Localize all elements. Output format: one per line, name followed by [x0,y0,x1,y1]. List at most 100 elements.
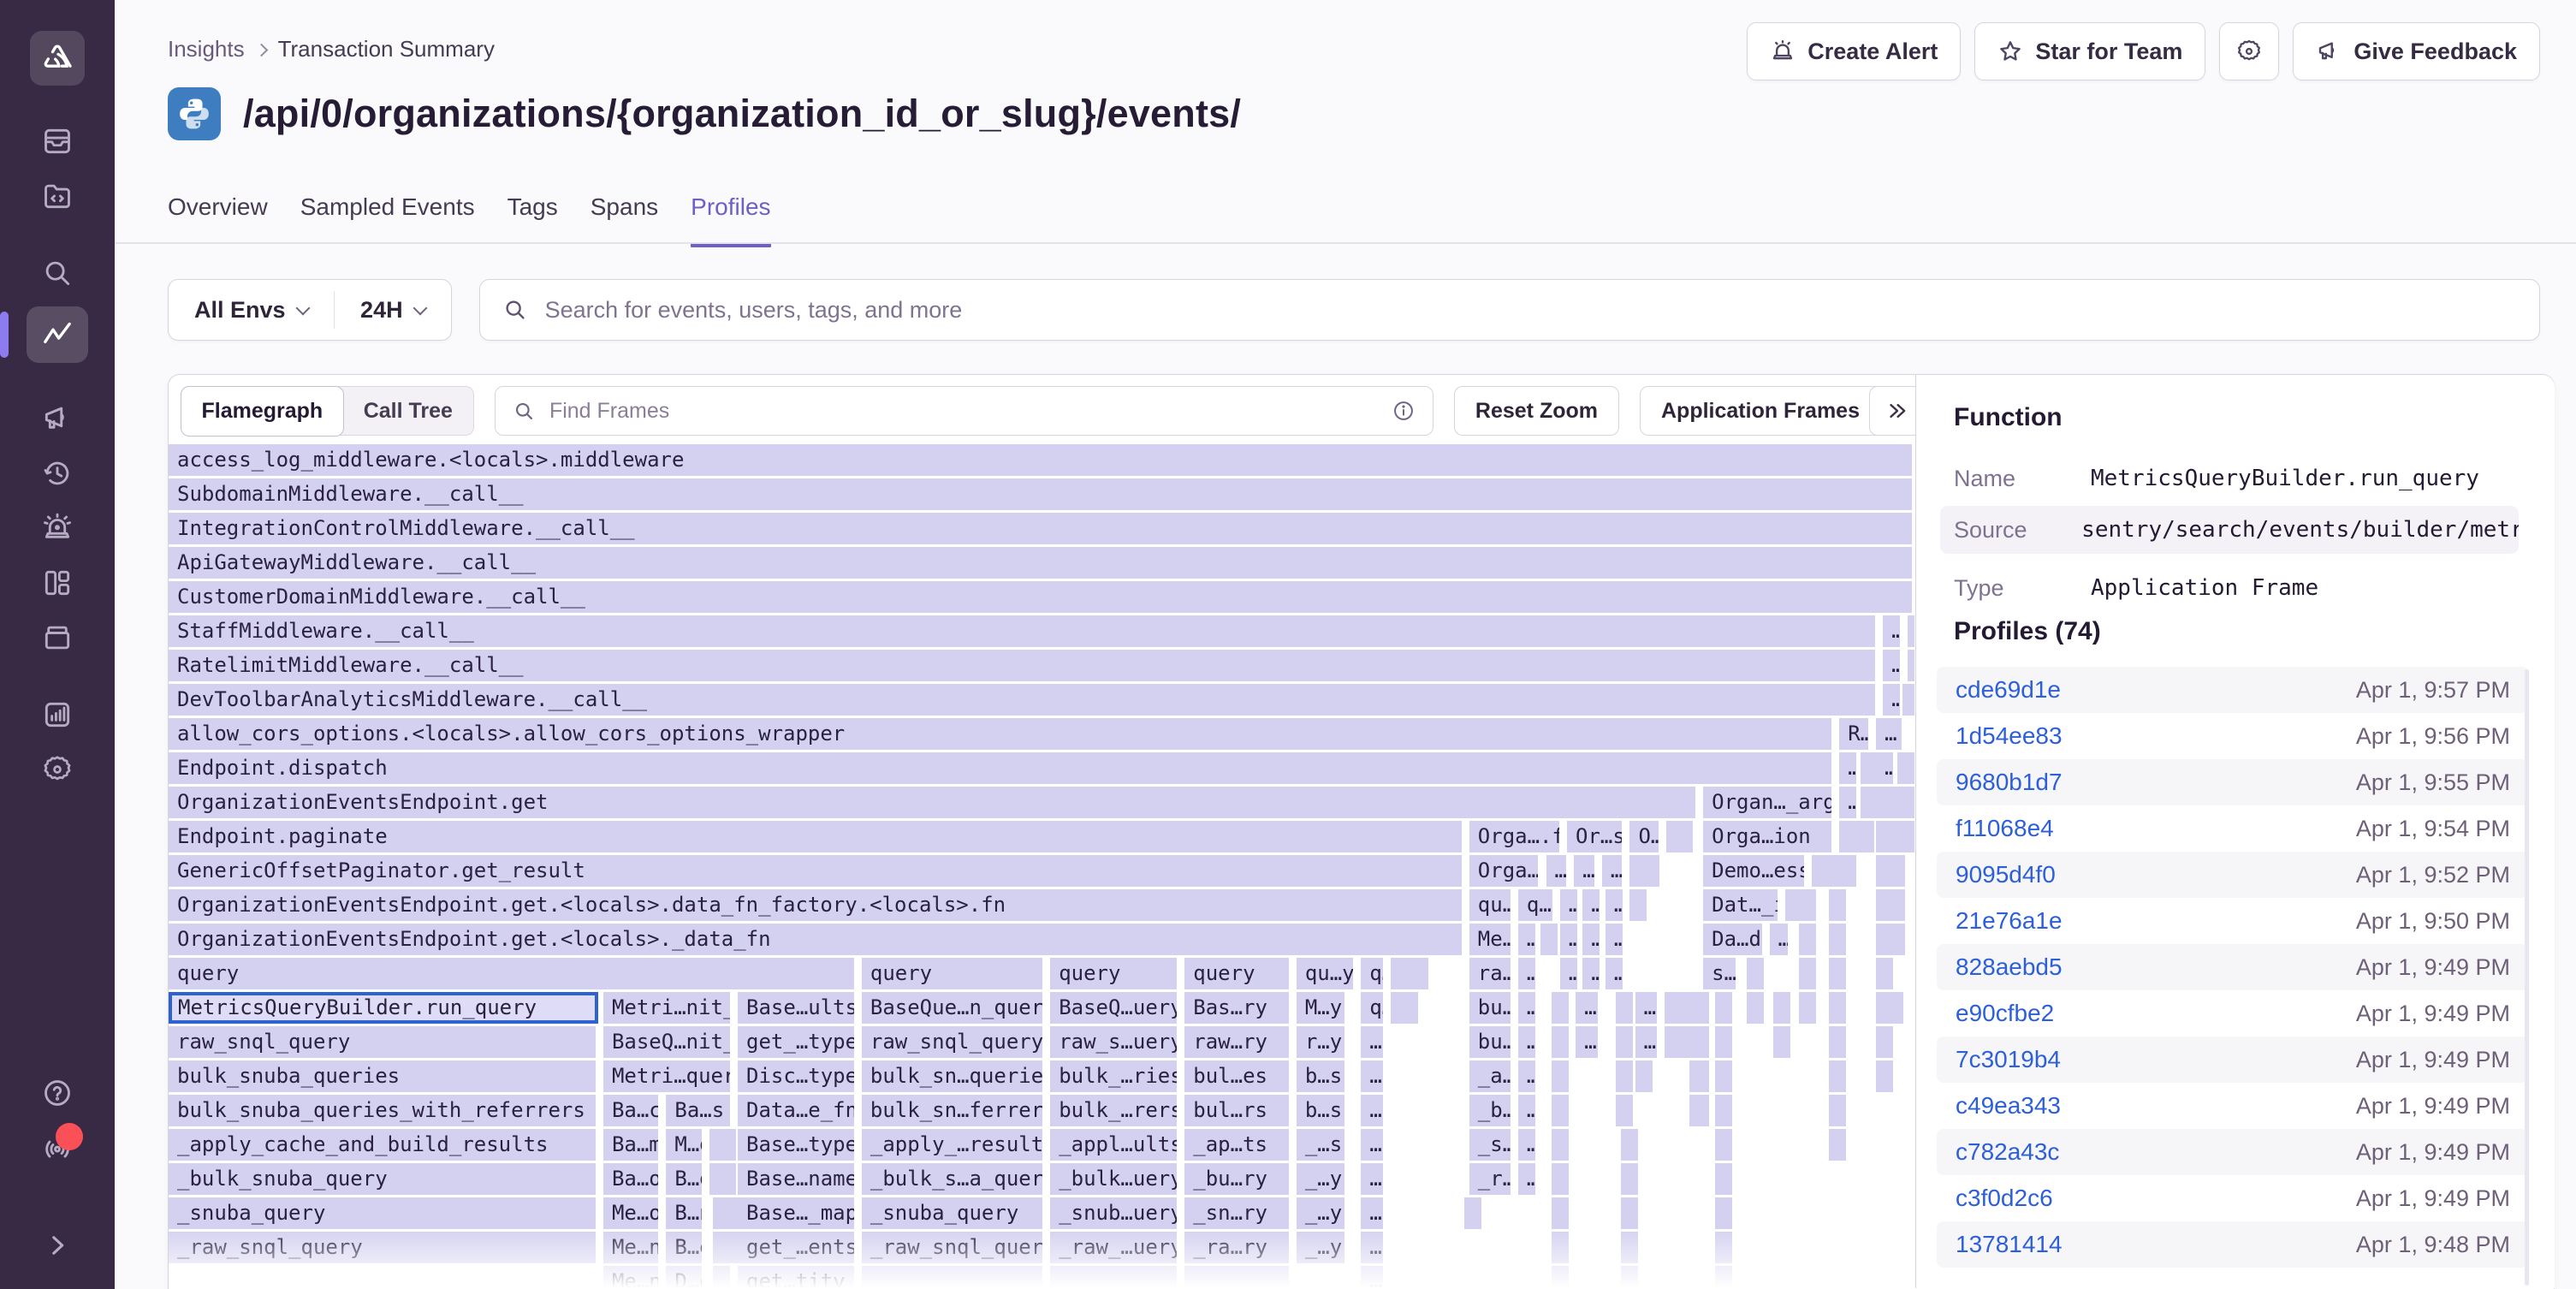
time-range-selector[interactable]: 24H [335,297,451,324]
sentry-logo[interactable] [30,31,85,86]
flame-frame[interactable] [1552,1266,1571,1288]
flame-frame[interactable]: OrganizationEventsEndpoint.get [169,787,1698,818]
environment-selector[interactable]: All Envs [169,297,334,324]
flame-frame[interactable]: _bulk_s…a_query [862,1163,1045,1195]
scrollbar[interactable] [2525,669,2529,1286]
flame-frame[interactable]: … [1518,1026,1538,1058]
flame-frame[interactable]: _bu…ry [1184,1163,1291,1195]
flame-frame[interactable]: q… [1361,992,1386,1024]
profile-id-link[interactable]: 13781414 [1956,1231,2063,1258]
flame-frame[interactable] [1715,1232,1735,1263]
flame-frame[interactable]: GenericOffsetPaginator.get_result [169,855,1464,887]
flame-frame[interactable]: BaseQue…n_query [862,992,1045,1024]
flame-frame[interactable] [1909,684,1914,716]
flame-frame[interactable] [1888,855,1908,887]
flame-frame[interactable]: Base…_map [738,1197,857,1229]
flame-frame[interactable]: query [1050,958,1179,989]
flame-frame[interactable]: … [1361,1266,1386,1288]
flame-frame[interactable] [1773,992,1793,1024]
flame-frame[interactable]: bulk_snuba_queries_with_referrers [169,1095,598,1126]
flame-frame[interactable] [1642,855,1662,887]
flame-frame[interactable] [1799,889,1819,921]
flame-frame[interactable]: DevToolbarAnalyticsMiddleware.__call__ [169,684,1878,716]
flame-frame[interactable] [1888,889,1908,921]
flame-frame[interactable]: D…e [666,1266,704,1288]
flame-frame[interactable]: OrganizationEventsEndpoint.get.<locals>.… [169,924,1464,955]
flame-frame[interactable] [1616,1060,1635,1092]
flame-frame[interactable] [1676,821,1695,852]
flame-frame[interactable] [1886,992,1906,1024]
flame-frame[interactable]: bu…s [1469,992,1513,1024]
flame-frame[interactable]: _sn…ry [1184,1197,1291,1229]
profile-id-link[interactable]: 1d54ee83 [1956,722,2063,750]
flame-frame[interactable] [1621,1129,1641,1161]
flame-frame[interactable]: Da…d [1703,924,1764,955]
sidebar-item-feedback[interactable] [30,397,85,440]
flame-frame[interactable]: bul…es [1184,1060,1291,1092]
flame-frame[interactable] [713,1266,733,1288]
flame-frame[interactable] [1621,1197,1641,1229]
flame-frame[interactable] [1799,992,1819,1024]
flame-frame[interactable] [1715,992,1735,1024]
flame-frame[interactable] [1689,1060,1712,1092]
flame-frame[interactable] [1829,889,1849,921]
flame-frame[interactable] [1621,1266,1641,1288]
flame-frame[interactable]: … [1518,958,1538,989]
flame-frame[interactable]: Demo…ess [1703,855,1806,887]
flame-frame[interactable]: bu…s [1469,1026,1513,1058]
give-feedback-button[interactable]: Give Feedback [2293,22,2540,80]
flame-frame[interactable]: get_…type [738,1026,857,1058]
flame-frame[interactable] [1715,1026,1735,1058]
flame-frame[interactable]: Metri…query [603,1060,733,1092]
flame-frame[interactable]: r…y [1297,1026,1347,1058]
flame-frame[interactable] [1906,752,1914,784]
profile-id-link[interactable]: e90cfbe2 [1956,1000,2054,1027]
flame-frame[interactable]: Base…ults [738,992,857,1024]
flame-frame[interactable]: … [1839,752,1859,784]
profile-id-link[interactable]: 21e76a1e [1956,907,2063,935]
flame-frame[interactable]: ApiGatewayMiddleware.__call__ [169,547,1914,579]
flame-frame[interactable]: … [1361,1232,1386,1263]
flame-frame[interactable]: q… [1361,958,1386,989]
flame-frame[interactable] [1747,958,1766,989]
flame-frame[interactable]: … [1770,924,1790,955]
flame-frame[interactable] [1689,1095,1712,1126]
flame-frame[interactable]: bulk_…ries [1050,1060,1179,1092]
flame-frame[interactable]: O… [1629,821,1661,852]
flame-frame[interactable] [1552,1129,1571,1161]
flame-frame[interactable]: Organ…_args [1703,787,1834,818]
flame-frame[interactable] [719,1163,739,1195]
reset-zoom-button[interactable]: Reset Zoom [1454,386,1619,436]
flame-frame[interactable]: bulk_snuba_queries [169,1060,598,1092]
flame-frame[interactable]: _…y [1297,1197,1347,1229]
flame-frame[interactable]: Base…name [738,1163,857,1195]
flame-frame[interactable] [1621,1163,1641,1195]
flame-frame[interactable] [1184,1266,1291,1288]
tab-overview[interactable]: Overview [168,193,268,247]
flame-frame[interactable] [1464,1197,1484,1229]
flame-frame[interactable]: Ba…s [666,1095,733,1126]
info-icon[interactable] [1392,399,1416,423]
flame-frame[interactable]: Me…on [603,1197,661,1229]
flame-frame[interactable]: Endpoint.paginate [169,821,1464,852]
flame-frame[interactable]: Disc…type [738,1060,857,1092]
flame-frame[interactable] [1908,615,1914,647]
flame-frame[interactable]: … [1576,1026,1600,1058]
sidebar-item-alerts[interactable] [30,507,85,549]
flame-frame[interactable]: … [1876,718,1904,750]
flame-frame[interactable]: raw…ry [1184,1026,1291,1058]
flame-frame[interactable]: B…e [666,1232,704,1263]
flame-frame[interactable] [1876,958,1896,989]
flame-frame[interactable]: Ba…ct [603,1095,661,1126]
flame-frame[interactable]: … [1606,924,1625,955]
profile-id-link[interactable]: 828aebd5 [1956,953,2063,981]
flame-frame[interactable]: … [1606,889,1625,921]
flame-frame[interactable] [1773,1026,1793,1058]
flame-frame[interactable]: Me…y [1469,924,1513,955]
flame-frame[interactable]: bulk_sn…queries [862,1060,1045,1092]
flame-frame[interactable]: bulk_…rers [1050,1095,1179,1126]
flame-frame[interactable]: get_…ents [738,1232,857,1263]
flame-frame[interactable]: s…r [1703,958,1738,989]
flame-frame[interactable]: … [1518,992,1538,1024]
flame-frame[interactable]: StaffMiddleware.__call__ [169,615,1878,647]
